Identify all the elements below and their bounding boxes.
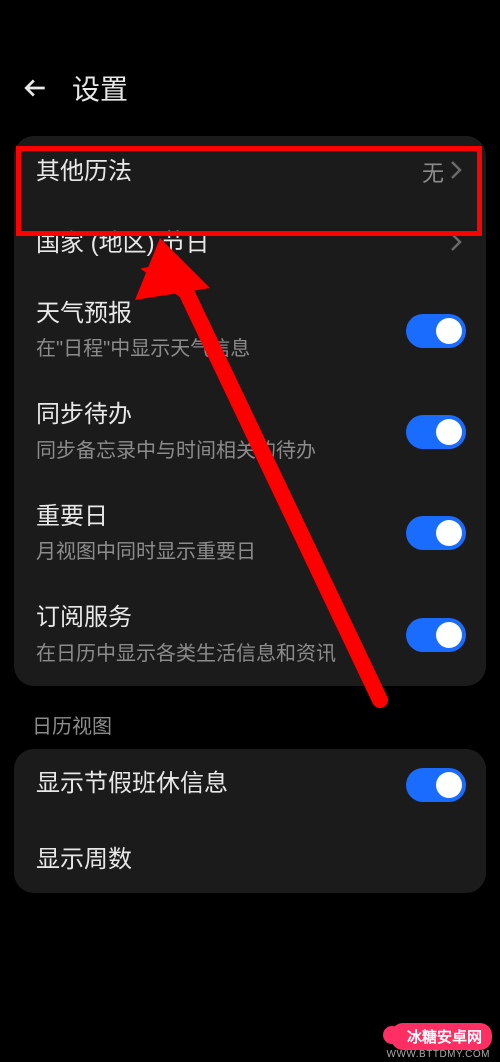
toggle-sync-todo[interactable] bbox=[406, 415, 466, 449]
row-title: 同步待办 bbox=[36, 399, 406, 431]
section-label-calendar-view: 日历视图 bbox=[0, 710, 500, 749]
watermark-url: WWW.BTTDMY.COM bbox=[387, 1049, 490, 1060]
row-subtitle: 在"日程"中显示天气信息 bbox=[36, 336, 356, 363]
toggle-important-days[interactable] bbox=[406, 516, 466, 550]
row-title: 显示周数 bbox=[36, 844, 466, 876]
settings-panel-1: 其他历法 无 国家 (地区) 节日 天气预报 在"日程"中显示天气信息 同步待办… bbox=[14, 136, 486, 686]
header: 设置 bbox=[0, 46, 500, 136]
row-title: 国家 (地区) 节日 bbox=[36, 228, 450, 260]
row-important-days[interactable]: 重要日 月视图中同时显示重要日 bbox=[14, 483, 486, 584]
row-value: 无 bbox=[422, 156, 444, 188]
row-subtitle: 同步备忘录中与时间相关的待办 bbox=[36, 438, 356, 465]
row-subtitle: 月视图中同时显示重要日 bbox=[36, 539, 356, 566]
page-title: 设置 bbox=[72, 68, 128, 108]
row-holiday-info[interactable]: 显示节假班休信息 bbox=[14, 749, 486, 821]
settings-panel-2: 显示节假班休信息 显示周数 bbox=[14, 749, 486, 893]
row-title: 显示节假班休信息 bbox=[36, 768, 406, 800]
chevron-right-icon bbox=[450, 160, 466, 184]
row-title: 重要日 bbox=[36, 501, 406, 533]
toggle-subscribe[interactable] bbox=[406, 618, 466, 652]
row-sync-todo[interactable]: 同步待办 同步备忘录中与时间相关的待办 bbox=[14, 381, 486, 482]
row-subtitle: 在日历中显示各类生活信息和资讯 bbox=[36, 641, 356, 668]
status-bar bbox=[0, 0, 500, 46]
row-weather[interactable]: 天气预报 在"日程"中显示天气信息 bbox=[14, 280, 486, 381]
chevron-right-icon bbox=[450, 232, 466, 256]
row-other-calendars[interactable]: 其他历法 无 bbox=[14, 136, 486, 208]
row-title: 天气预报 bbox=[36, 298, 406, 330]
toggle-holiday-info[interactable] bbox=[406, 768, 466, 802]
row-week-numbers[interactable]: 显示周数 bbox=[14, 821, 486, 893]
row-subscribe[interactable]: 订阅服务 在日历中显示各类生活信息和资讯 bbox=[14, 584, 486, 685]
row-title: 其他历法 bbox=[36, 156, 422, 188]
row-title: 订阅服务 bbox=[36, 602, 406, 634]
back-button[interactable] bbox=[20, 72, 52, 104]
toggle-weather[interactable] bbox=[406, 314, 466, 348]
row-region-holidays[interactable]: 国家 (地区) 节日 bbox=[14, 208, 486, 280]
